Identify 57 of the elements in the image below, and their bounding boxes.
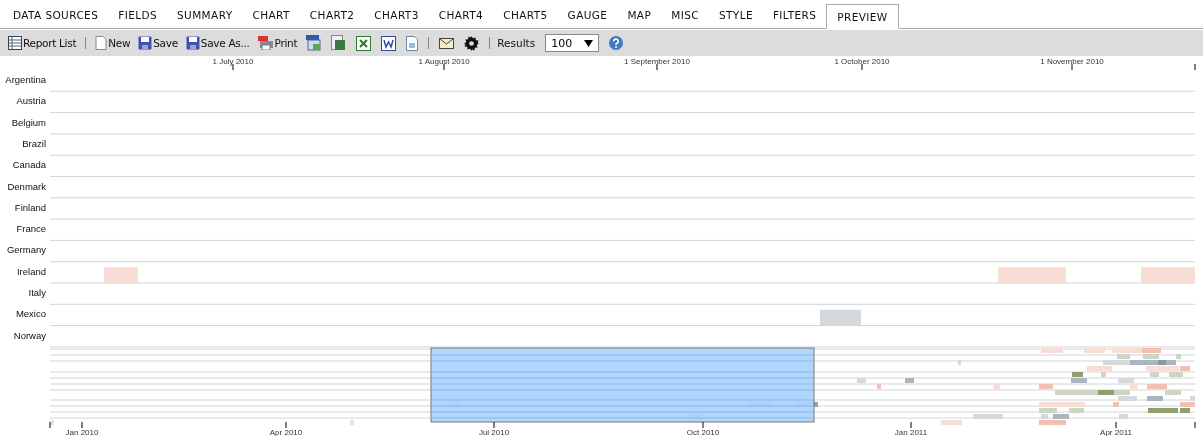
lane-label: Argentina <box>5 74 46 85</box>
axis-label: 1 September 2010 <box>624 57 690 66</box>
axis-label: Apr 2011 <box>1100 428 1132 436</box>
tab[interactable]: MAP <box>617 9 662 28</box>
table-icon <box>8 36 22 50</box>
save-as-button[interactable]: Save As... <box>183 36 252 50</box>
settings-icon[interactable] <box>464 35 480 51</box>
email-icon[interactable] <box>439 37 455 49</box>
save-button[interactable]: Save <box>136 36 180 50</box>
axis-label: Jan 2011 <box>894 428 928 436</box>
lane-label: Denmark <box>7 180 46 192</box>
help-icon[interactable] <box>609 36 624 50</box>
tab[interactable]: CHART2 <box>299 9 365 28</box>
lane-label: Italy <box>28 287 46 298</box>
tab[interactable]: PREVIEW <box>826 4 899 29</box>
printer-icon <box>257 36 274 50</box>
tab[interactable]: CHART4 <box>428 9 494 28</box>
html-export-icon[interactable] <box>306 35 322 51</box>
tab[interactable]: CHART <box>242 9 300 28</box>
tab[interactable]: CHART5 <box>493 9 558 28</box>
spreadsheet-icon[interactable] <box>331 35 347 51</box>
results-dropdown[interactable]: 100 <box>545 34 600 52</box>
lane-label: Mexico <box>15 308 46 320</box>
axis-label: Oct 2010 <box>686 428 720 436</box>
lane-label: Finland <box>14 201 46 213</box>
axis-label: Jul 2010 <box>478 428 510 436</box>
tab[interactable]: SUMMARY <box>167 9 243 28</box>
document-icon[interactable] <box>406 35 419 51</box>
lane-label: Norway <box>13 329 46 341</box>
axis-label: Apr 2010 <box>269 428 303 436</box>
print-button[interactable]: Print <box>255 36 300 50</box>
lane-label: Ireland <box>16 265 46 277</box>
axis-label: 1 November 2010 <box>1040 57 1104 66</box>
tab[interactable]: GAUGE <box>557 9 618 28</box>
tab[interactable]: CHART3 <box>364 9 429 28</box>
tab[interactable]: FIELDS <box>108 9 167 28</box>
lane-label: Canada <box>12 159 46 171</box>
lane-label: Belgium <box>11 116 46 128</box>
axis-label: 1 July 2010 <box>212 57 254 66</box>
lane-label: Brazil <box>22 137 46 149</box>
tab[interactable]: STYLE <box>708 9 763 28</box>
lane-label: Austria <box>16 95 46 107</box>
lane-label: Germany <box>6 244 46 256</box>
lane-label: France <box>16 223 46 235</box>
axis-label: Jan 2010 <box>65 428 99 436</box>
caret-icon <box>584 39 594 47</box>
tab[interactable]: MISC <box>661 9 709 28</box>
page-icon <box>95 36 108 50</box>
axis-label: 1 October 2010 <box>834 57 890 66</box>
tab[interactable]: DATA SOURCES <box>3 9 109 28</box>
axis-label: 1 August 2010 <box>418 57 470 66</box>
new-button[interactable]: New <box>93 36 133 50</box>
results-label: Results <box>497 37 536 49</box>
tab[interactable]: FILTERS <box>762 9 827 28</box>
excel-icon[interactable] <box>356 35 372 51</box>
word-icon[interactable] <box>381 35 397 51</box>
report-list-button[interactable]: Report List <box>6 36 79 50</box>
